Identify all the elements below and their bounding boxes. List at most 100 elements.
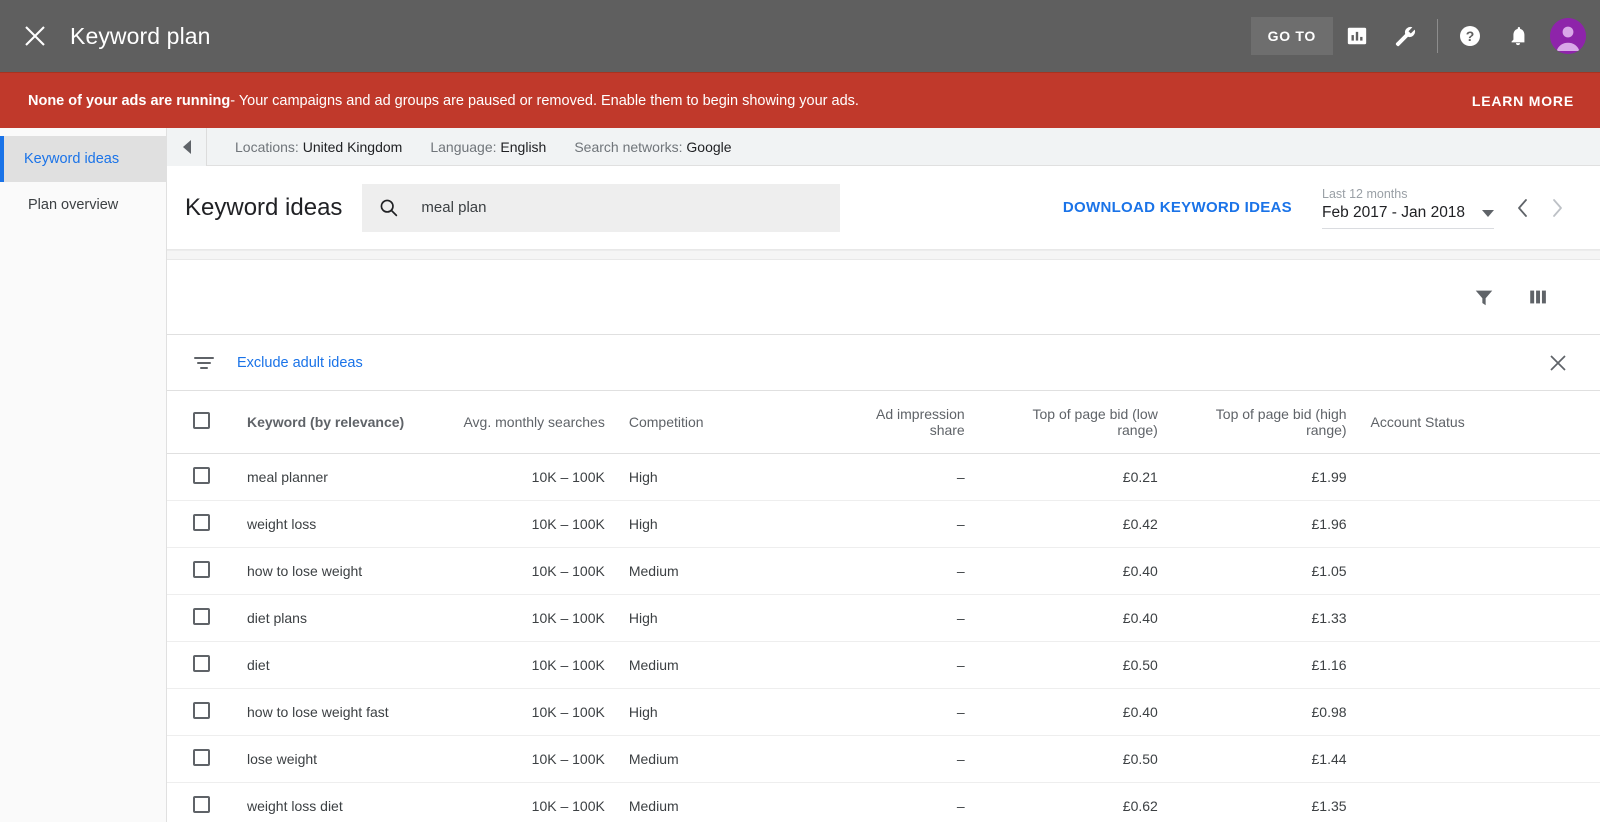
row-checkbox[interactable] [193, 513, 210, 531]
column-header-avg-monthly-searches[interactable]: Avg. monthly searches [439, 391, 617, 454]
columns-icon[interactable] [1516, 275, 1560, 319]
table-row[interactable]: weight loss 10K – 100K High – £0.42 £1.96 [167, 500, 1600, 547]
keyword-ideas-header: Keyword ideas meal plan DOWNLOAD KEYWORD… [167, 166, 1600, 250]
learn-more-link[interactable]: LEARN MORE [1472, 93, 1574, 109]
setting-language[interactable]: Language: English [430, 139, 546, 155]
row-checkbox-cell [167, 641, 235, 688]
setting-locations[interactable]: Locations: United Kingdom [235, 139, 402, 155]
cell-avg-monthly-searches: 10K – 100K [531, 797, 605, 814]
cell-keyword: how to lose weight [247, 562, 363, 579]
cell-ad-impression-share: – [956, 797, 965, 814]
row-checkbox[interactable] [193, 607, 210, 625]
app-header: Keyword plan GO TO ? [0, 0, 1600, 72]
wrench-icon[interactable] [1381, 12, 1429, 60]
column-header-top-of-page-bid-low[interactable]: Top of page bid (low range) [976, 391, 1170, 454]
column-header-competition[interactable]: Competition [616, 391, 832, 454]
table-toolbar [167, 260, 1600, 335]
row-checkbox[interactable] [193, 466, 210, 484]
download-keyword-ideas-button[interactable]: DOWNLOAD KEYWORD IDEAS [1063, 199, 1292, 216]
alert-detail: - Your campaigns and ad groups are pause… [230, 92, 859, 109]
filter-lines-icon[interactable] [193, 354, 215, 372]
select-all-checkbox-cell [167, 391, 236, 454]
table-row[interactable]: weight loss diet 10K – 100K Medium – £0.62 £1… [167, 782, 1600, 822]
cell-ad-impression-share: – [956, 703, 965, 720]
avatar[interactable] [1550, 18, 1586, 54]
row-checkbox[interactable] [193, 560, 210, 578]
sidebar-item-keyword-ideas[interactable]: Keyword ideas [0, 136, 166, 182]
row-checkbox[interactable] [193, 795, 210, 813]
chevron-left-icon[interactable] [1506, 191, 1540, 225]
column-header-keyword[interactable]: Keyword (by relevance) [235, 391, 440, 454]
cell-bid-low: £0.50 [1122, 750, 1158, 767]
cell-bid-high: £1.05 [1311, 562, 1347, 579]
cell-keyword: how to lose weight fast [247, 703, 389, 720]
bar-chart-icon[interactable] [1333, 12, 1381, 60]
column-header-ad-impression-share[interactable]: Ad impression share [831, 391, 977, 454]
section-divider-band [167, 250, 1600, 260]
row-checkbox-cell [167, 547, 235, 594]
cell-bid-low: £0.40 [1122, 562, 1158, 579]
alert-banner: None of your ads are running - Your camp… [0, 72, 1600, 128]
funnel-filter-icon[interactable] [1462, 275, 1506, 319]
cell-bid-low: £0.42 [1122, 515, 1158, 532]
select-all-checkbox[interactable] [193, 411, 210, 429]
table-row[interactable]: how to lose weight 10K – 100K Medium – £0.40… [167, 547, 1600, 594]
go-to-button[interactable]: GO TO [1250, 17, 1333, 55]
bell-icon[interactable] [1494, 12, 1542, 60]
table-header: Keyword (by relevance) Avg. monthly sear… [167, 391, 1600, 454]
row-checkbox[interactable] [193, 654, 210, 672]
cell-competition: High [628, 515, 658, 532]
chevron-down-icon[interactable] [1482, 209, 1494, 217]
cell-avg-monthly-searches: 10K – 100K [531, 656, 605, 673]
row-checkbox-cell [167, 594, 235, 641]
table-row[interactable]: how to lose weight fast 10K – 100K High – £0… [167, 688, 1600, 735]
table-row[interactable]: meal planner 10K – 100K High – £0.21 £1.99 [167, 453, 1600, 500]
table-row[interactable]: lose weight 10K – 100K Medium – £0.50 £1.44 [167, 735, 1600, 782]
section-title: Keyword ideas [185, 193, 343, 221]
active-filter-row: Exclude adult ideas [167, 335, 1600, 391]
row-checkbox[interactable] [193, 748, 210, 766]
alert-headline: None of your ads are running [28, 92, 231, 109]
cell-account-status [1359, 594, 1600, 641]
search-input[interactable]: meal plan [362, 183, 841, 232]
row-checkbox-cell [167, 500, 235, 547]
cell-bid-high: £1.99 [1311, 468, 1347, 485]
cell-bid-low: £0.50 [1122, 656, 1158, 673]
close-icon[interactable] [14, 15, 56, 57]
column-header-account-status[interactable]: Account Status [1358, 391, 1600, 454]
setting-networks-value: Google [686, 138, 732, 155]
cell-ad-impression-share: – [956, 750, 965, 767]
help-icon[interactable]: ? [1446, 12, 1494, 60]
table-row[interactable]: diet 10K – 100K Medium – £0.50 £1.16 [167, 641, 1600, 688]
sidebar-item-label: Plan overview [28, 197, 119, 213]
close-icon[interactable] [1538, 343, 1578, 383]
chevron-right-icon[interactable] [1540, 191, 1574, 225]
table-row[interactable]: diet plans 10K – 100K High – £0.40 £1.33 [167, 594, 1600, 641]
setting-language-label: Language: [430, 138, 497, 155]
app-header-actions: GO TO ? [1250, 0, 1586, 72]
row-checkbox[interactable] [193, 701, 210, 719]
cell-ad-impression-share: – [956, 656, 965, 673]
setting-search-networks[interactable]: Search networks: Google [574, 139, 731, 155]
keyword-ideas-table-container[interactable]: Keyword (by relevance) Avg. monthly sear… [167, 391, 1600, 822]
page-body: Keyword ideas Plan overview Locations: U… [0, 127, 1600, 822]
date-range-nav [1506, 191, 1574, 225]
date-range-selector[interactable]: Last 12 months Feb 2017 - Jan 2018 [1322, 186, 1494, 229]
sidebar: Keyword ideas Plan overview [0, 128, 167, 822]
row-checkbox-cell [167, 688, 235, 735]
keyword-ideas-table: Keyword (by relevance) Avg. monthly sear… [167, 391, 1600, 822]
cell-keyword: weight loss [247, 515, 317, 532]
cell-competition: High [628, 468, 658, 485]
cell-keyword: diet plans [247, 609, 307, 626]
sidebar-item-plan-overview[interactable]: Plan overview [0, 182, 166, 228]
targeting-settings-bar: Locations: United Kingdom Language: Engl… [167, 127, 1600, 166]
collapse-left-icon[interactable] [167, 127, 207, 166]
column-header-top-of-page-bid-high[interactable]: Top of page bid (high range) [1169, 391, 1359, 454]
svg-text:?: ? [1466, 28, 1475, 44]
table-body: meal planner 10K – 100K High – £0.21 £1.99 wei… [167, 453, 1600, 822]
cell-account-status [1359, 688, 1600, 735]
cell-keyword: lose weight [247, 750, 318, 767]
filter-chip-exclude-adult-ideas[interactable]: Exclude adult ideas [237, 355, 363, 371]
row-checkbox-cell [167, 735, 235, 782]
cell-avg-monthly-searches: 10K – 100K [531, 468, 605, 485]
